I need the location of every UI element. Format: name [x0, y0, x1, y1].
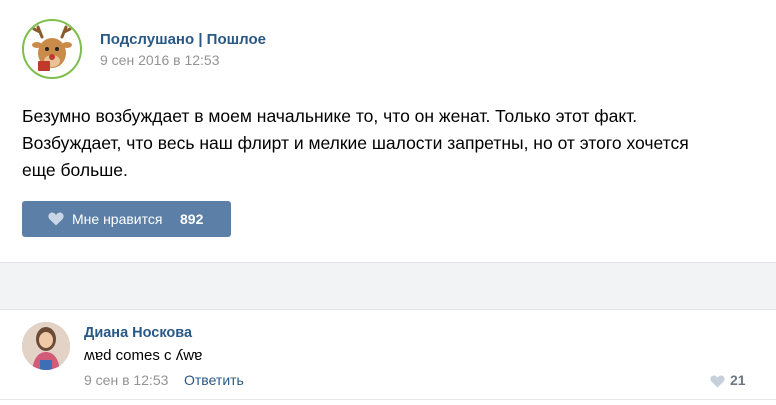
- reply-link[interactable]: Ответить: [184, 372, 244, 388]
- post-text: Безумно возбуждает в моем начальнике то,…: [22, 103, 752, 184]
- heart-icon: [48, 212, 64, 231]
- commenter-avatar[interactable]: [22, 322, 70, 370]
- divider-band: [0, 262, 776, 310]
- comment-like-count: 21: [730, 372, 746, 388]
- group-avatar-reindeer-icon[interactable]: [22, 19, 82, 79]
- group-name-link[interactable]: Подслушано | Пошлое: [100, 31, 266, 48]
- comment: Диана Носкова ʍɐd comes c ʎwɐ 9 сен в 12…: [22, 322, 762, 392]
- divider: [0, 399, 776, 400]
- comment-date[interactable]: 9 сен в 12:53: [84, 372, 168, 388]
- post-text-line: еще больше.: [22, 160, 128, 180]
- like-button[interactable]: Мне нравится 892: [22, 201, 231, 237]
- post-date[interactable]: 9 сен 2016 в 12:53: [100, 52, 219, 68]
- like-button-label: Мне нравится: [72, 211, 163, 227]
- post-text-line: Безумно возбуждает в моем начальнике то,…: [22, 106, 638, 126]
- comment-author-link[interactable]: Диана Носкова: [84, 325, 192, 341]
- like-count: 892: [180, 211, 204, 227]
- post-header: Подслушано | Пошлое 9 сен 2016 в 12:53: [22, 19, 762, 79]
- heart-icon: [710, 375, 725, 393]
- post-text-line: Возбуждает, что весь наш флирт и мелкие …: [22, 133, 689, 153]
- comment-like-button[interactable]: 21: [710, 372, 750, 390]
- comment-text: ʍɐd comes c ʎwɐ: [84, 347, 203, 364]
